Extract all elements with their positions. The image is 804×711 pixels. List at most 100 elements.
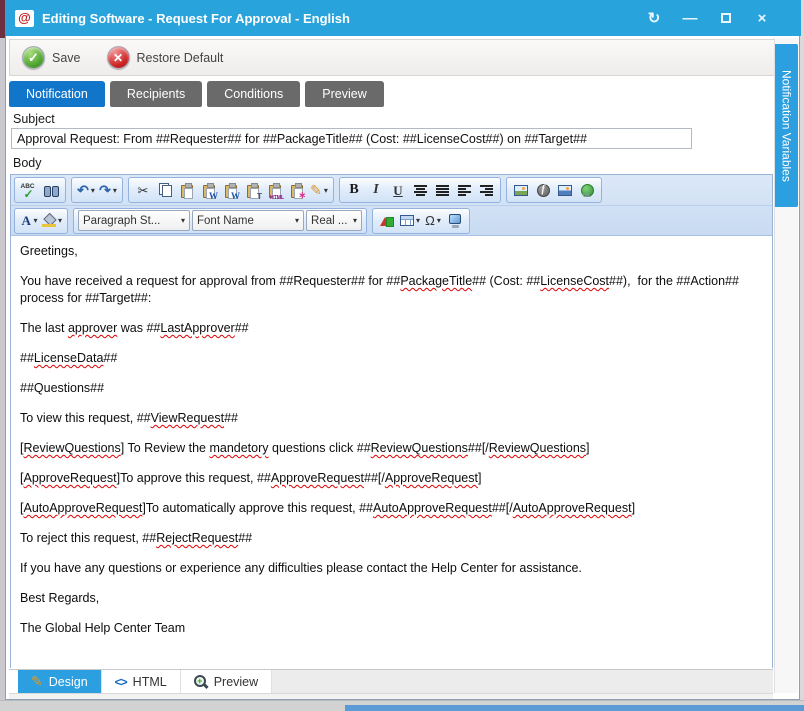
align-center-button[interactable] [410, 179, 430, 201]
paragraph-style-dropdown[interactable]: Paragraph St...▾ [78, 210, 190, 231]
close-button[interactable]: × [751, 10, 773, 27]
mode-tab-preview[interactable]: Preview [181, 670, 272, 693]
background-color-button[interactable]: ▾ [41, 210, 63, 232]
mode-tab-html[interactable]: <>HTML [102, 670, 181, 693]
undo-button[interactable]: ↶▾ [76, 179, 96, 201]
paste-from-word-button[interactable]: W [199, 179, 219, 201]
command-toolbar: Save Restore Default [9, 39, 795, 76]
tab-recipients[interactable]: Recipients [110, 81, 202, 107]
mode-tabs-filler [272, 670, 773, 693]
refresh-button[interactable]: ↻ [643, 9, 665, 27]
body-paragraph: The Global Help Center Team [20, 620, 763, 637]
toolbar-group: ▾▾ [14, 208, 68, 234]
window-title: Editing Software - Request For Approval … [42, 11, 350, 26]
underline-button[interactable]: U [388, 179, 408, 201]
align-right-button[interactable] [476, 179, 496, 201]
insert-symbol-icon: Ω [425, 214, 435, 227]
minimize-button[interactable]: — [679, 10, 701, 27]
toolbar-group: ✂WWTHTML∗✎▾ [128, 177, 334, 203]
font-name-dropdown[interactable]: Font Name ▾ [192, 210, 304, 231]
mode-tab-label: Preview [214, 675, 258, 689]
rich-text-editor: ↶▾↷▾✂WWTHTML∗✎▾BIU ▾▾Paragraph St...▾Fon… [10, 174, 773, 668]
pencil-icon: ✎ [31, 673, 43, 690]
status-strip [9, 694, 773, 699]
paste-plain-text-button[interactable]: T [243, 179, 263, 201]
module-manager-button[interactable] [445, 210, 465, 232]
italic-icon: I [373, 183, 378, 197]
insert-table-icon [400, 215, 414, 226]
bold-button[interactable]: B [344, 179, 364, 201]
font-name-value: Font Name [197, 215, 254, 227]
body-paragraph: ##LicenseData## [20, 350, 763, 367]
justify-button[interactable] [432, 179, 452, 201]
body-paragraph: [AutoApproveRequest]To automatically app… [20, 500, 763, 517]
mode-tab-design[interactable]: ✎ Design [18, 670, 102, 693]
format-stripper-button[interactable]: ✎▾ [309, 179, 329, 201]
tab-conditions[interactable]: Conditions [207, 81, 300, 107]
image-map-editor-button[interactable] [555, 179, 575, 201]
maximize-icon [721, 13, 731, 23]
chevron-down-icon: ▾ [437, 216, 441, 225]
app-icon: @ [15, 10, 34, 27]
flash-manager-button[interactable] [533, 179, 553, 201]
mode-tab-label: Design [49, 675, 88, 689]
redo-button[interactable]: ↷▾ [98, 179, 118, 201]
italic-button[interactable]: I [366, 179, 386, 201]
window-controls: ↻ — × [643, 9, 773, 27]
maximize-button[interactable] [715, 10, 737, 27]
tab-notification[interactable]: Notification [9, 81, 105, 107]
code-icon: <> [115, 675, 127, 689]
justify-icon [436, 184, 449, 196]
find-and-replace-icon [44, 185, 59, 196]
insert-table-button[interactable]: ▾ [399, 210, 421, 232]
align-right-icon [480, 184, 493, 196]
align-center-icon [414, 184, 427, 196]
titlebar[interactable]: @ Editing Software - Request For Approva… [5, 0, 801, 36]
paste-button[interactable] [177, 179, 197, 201]
foreground-color-button[interactable]: ▾ [19, 210, 39, 232]
insert-symbol-button[interactable]: Ω▾ [423, 210, 443, 232]
body-paragraph: The last approver was ##LastApprover## [20, 320, 763, 337]
format-stripper-icon: ✎ [310, 183, 322, 197]
chevron-down-icon: ▾ [353, 216, 357, 225]
body-paragraph: [ApproveRequest]To approve this request,… [20, 470, 763, 487]
paste-from-word-tag: W [209, 191, 218, 201]
chevron-down-icon: ▾ [181, 216, 185, 225]
restore-default-button[interactable]: Restore Default [107, 46, 224, 69]
magnifier-icon [194, 675, 208, 689]
editor-toolbar-row2: ▾▾Paragraph St...▾Font Name▾Real ...▾▾Ω▾ [11, 205, 772, 235]
body-paragraph: Best Regards, [20, 590, 763, 607]
save-icon [22, 46, 45, 69]
notification-variables-tab[interactable]: Notification Variables [775, 44, 798, 207]
cut-button[interactable]: ✂ [133, 179, 153, 201]
chevron-down-icon: ▾ [91, 186, 95, 195]
subject-input[interactable] [11, 128, 692, 149]
paste-html-button[interactable]: ∗ [287, 179, 307, 201]
insert-snippet-button[interactable] [377, 210, 397, 232]
paste-from-word-icon: W [203, 185, 215, 198]
chevron-down-icon: ▾ [295, 216, 299, 225]
spell-check-button[interactable] [19, 179, 39, 201]
image-manager-button[interactable] [511, 179, 531, 201]
hyperlink-manager-button[interactable] [577, 179, 597, 201]
chevron-down-icon: ▾ [33, 216, 37, 225]
editor-content[interactable]: Greetings,You have received a request fo… [11, 236, 772, 668]
align-left-button[interactable] [454, 179, 474, 201]
copy-button[interactable] [155, 179, 175, 201]
chevron-down-icon: ▾ [324, 186, 328, 195]
paste-as-html-button[interactable]: HTML [265, 179, 285, 201]
hyperlink-manager-icon [581, 184, 594, 197]
paste-from-word-no-styles-button[interactable]: W [221, 179, 241, 201]
underline-icon: U [393, 184, 402, 197]
body-paragraph: To view this request, ##ViewRequest## [20, 410, 763, 427]
tab-preview[interactable]: Preview [305, 81, 383, 107]
editor-mode-tabs: ✎ Design <>HTML Preview [9, 669, 773, 694]
side-rail: Notification Variables [774, 38, 798, 693]
toolbar-group: ↶▾↷▾ [71, 177, 123, 203]
insert-snippet-icon [380, 215, 394, 227]
restore-default-icon [107, 46, 130, 69]
body-paragraph: [ReviewQuestions] To Review the mandetor… [20, 440, 763, 457]
find-and-replace-button[interactable] [41, 179, 61, 201]
save-button[interactable]: Save [22, 46, 81, 69]
font-size-dropdown[interactable]: Real ...▾ [306, 210, 362, 231]
